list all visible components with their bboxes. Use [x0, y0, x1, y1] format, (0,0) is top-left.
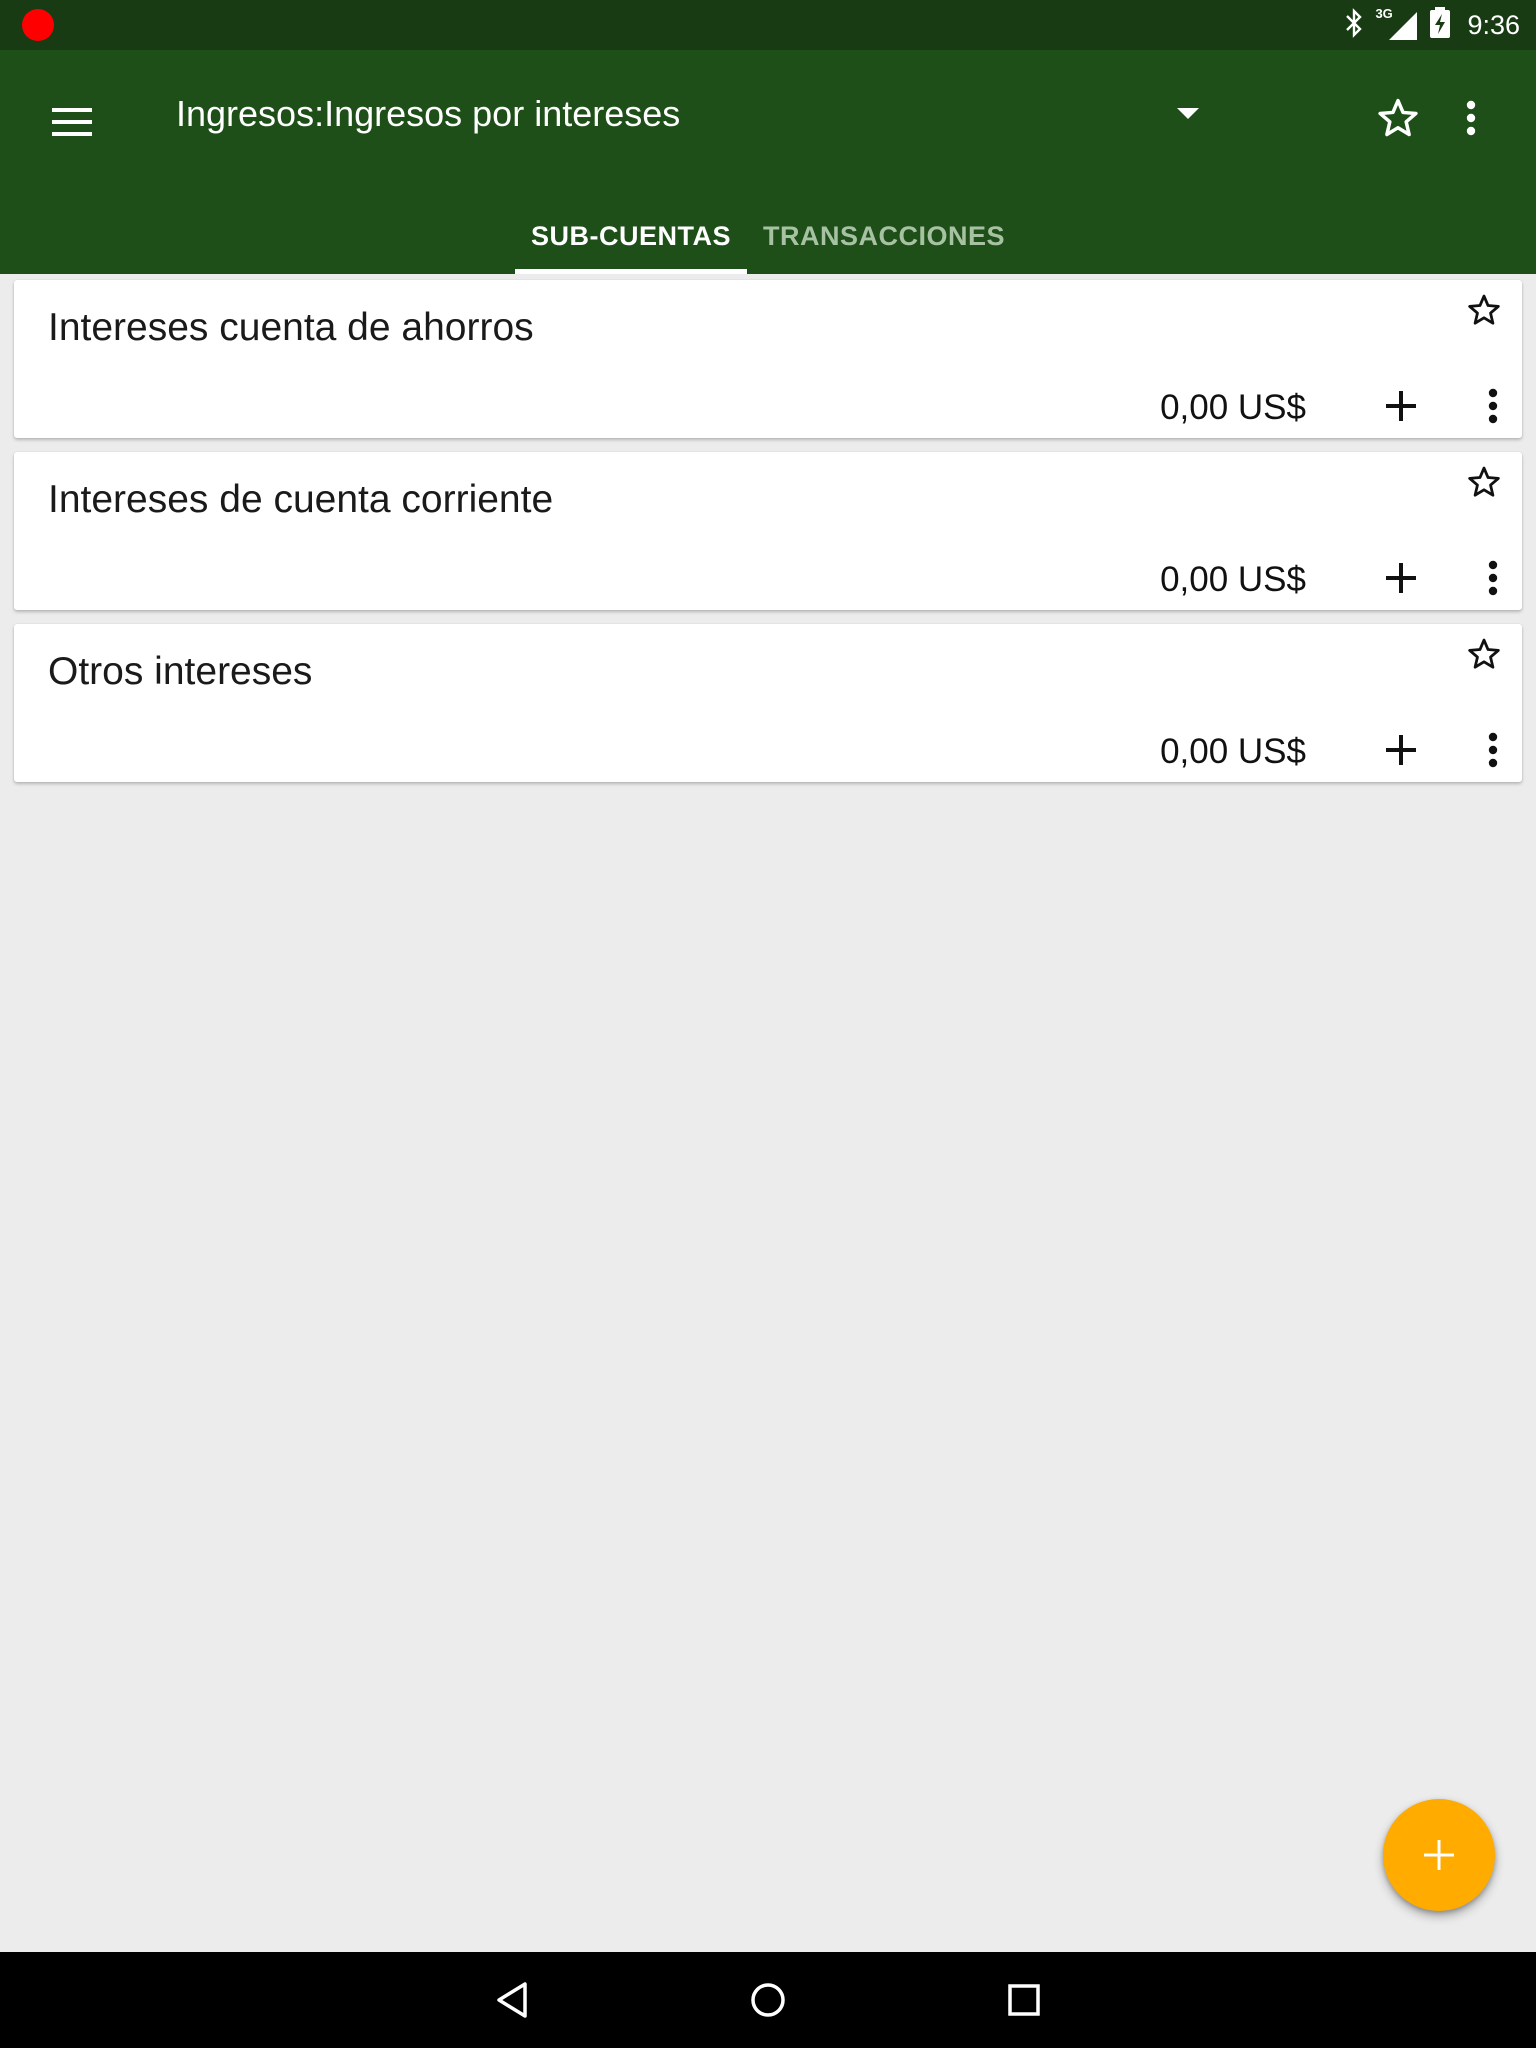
status-time: 9:36	[1467, 9, 1520, 40]
home-icon[interactable]	[738, 1970, 798, 2030]
status-icons: 3G 9:36	[1343, 0, 1520, 50]
account-name: Otros intereses	[48, 650, 313, 693]
tab-sub-cuentas[interactable]: SUB-CUENTAS	[515, 198, 747, 274]
recording-indicator-icon	[22, 9, 54, 41]
account-card[interactable]: Intereses cuenta de ahorros 0,00 US$	[14, 280, 1522, 438]
account-more-vert-icon[interactable]	[1478, 555, 1508, 601]
add-transaction-plus-icon[interactable]	[1378, 383, 1424, 429]
favorite-star-icon[interactable]	[1464, 462, 1504, 502]
add-account-fab[interactable]	[1383, 1799, 1495, 1911]
battery-charging-icon	[1429, 6, 1451, 44]
tab-label: SUB-CUENTAS	[531, 220, 731, 251]
add-transaction-plus-icon[interactable]	[1378, 555, 1424, 601]
system-nav-bar	[0, 1952, 1536, 2048]
tab-bar: SUB-CUENTAS TRANSACCIONES	[0, 198, 1536, 274]
account-name: Intereses de cuenta corriente	[48, 478, 554, 521]
cell-signal-icon: 3G	[1375, 6, 1419, 42]
plus-icon	[1424, 1840, 1454, 1870]
status-bar: 3G 9:36	[0, 0, 1536, 50]
tab-transacciones[interactable]: TRANSACCIONES	[760, 198, 1008, 274]
account-more-vert-icon[interactable]	[1478, 383, 1508, 429]
account-more-vert-icon[interactable]	[1478, 727, 1508, 773]
tab-indicator	[515, 269, 747, 274]
account-balance: 0,00 US$	[1160, 732, 1306, 771]
add-transaction-plus-icon[interactable]	[1378, 727, 1424, 773]
app-bar: Ingresos:Ingresos por intereses SUB-CUEN…	[0, 50, 1536, 274]
star-outline-icon[interactable]	[1370, 90, 1426, 146]
more-vert-icon[interactable]	[1446, 90, 1496, 146]
account-list: Intereses cuenta de ahorros 0,00 US$ Int…	[14, 280, 1522, 796]
back-icon[interactable]	[482, 1970, 542, 2030]
favorite-star-icon[interactable]	[1464, 634, 1504, 674]
recents-icon[interactable]	[994, 1970, 1054, 2030]
account-card[interactable]: Otros intereses 0,00 US$	[14, 624, 1522, 782]
page-title[interactable]: Ingresos:Ingresos por intereses	[176, 86, 680, 142]
account-balance: 0,00 US$	[1160, 388, 1306, 427]
account-name: Intereses cuenta de ahorros	[48, 306, 534, 349]
menu-icon[interactable]	[40, 90, 104, 154]
tab-label: TRANSACCIONES	[762, 220, 1005, 251]
bluetooth-icon	[1343, 7, 1365, 43]
dropdown-arrow-icon[interactable]	[1166, 92, 1210, 136]
account-card[interactable]: Intereses de cuenta corriente 0,00 US$	[14, 452, 1522, 610]
favorite-star-icon[interactable]	[1464, 290, 1504, 330]
account-balance: 0,00 US$	[1160, 560, 1306, 599]
